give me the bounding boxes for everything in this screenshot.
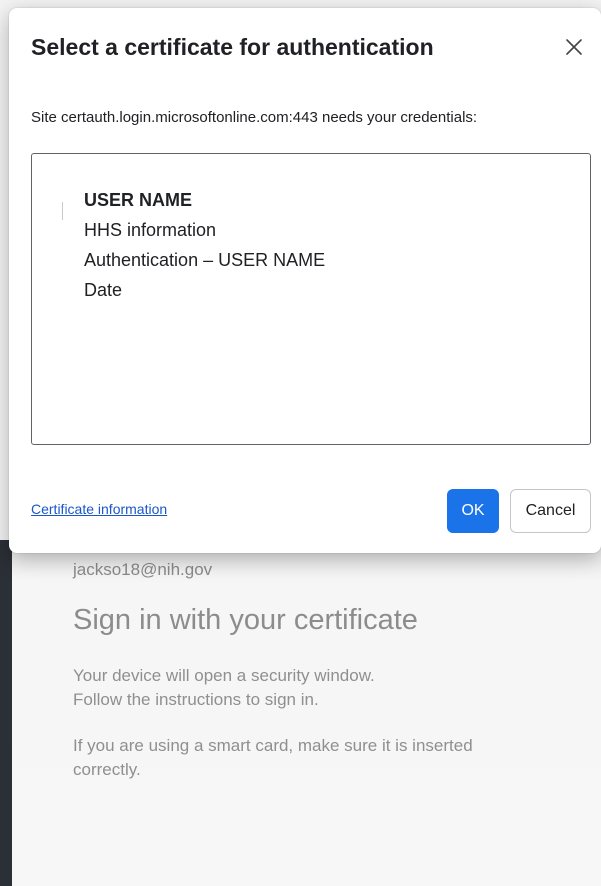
close-icon[interactable] — [561, 34, 587, 60]
certificate-information-link[interactable]: Certificate information — [31, 501, 167, 517]
certificate-name: USER NAME — [84, 190, 193, 210]
ok-button[interactable]: OK — [447, 489, 499, 533]
certificate-date: Date — [84, 280, 123, 300]
certificate-dialog: Select a certificate for authentication … — [9, 8, 601, 553]
site-credentials-message: Site certauth.login.microsoftonline.com:… — [31, 109, 478, 126]
dialog-title: Select a certificate for authentication — [31, 34, 434, 60]
signin-heading: Sign in with your certificate — [73, 604, 418, 636]
certificate-list[interactable]: USER NAME HHS information Authentication… — [31, 153, 591, 445]
instruction-line: If you are using a smart card, make sure… — [73, 736, 473, 755]
cancel-button[interactable]: Cancel — [510, 489, 591, 533]
smart-card-instructions: If you are using a smart card, make sure… — [73, 734, 563, 782]
security-window-instructions: Your device will open a security window.… — [73, 664, 553, 712]
account-email: jackso18@nih.gov — [73, 560, 213, 579]
page-left-edge — [0, 540, 12, 886]
instruction-line: Your device will open a security window. — [73, 666, 375, 685]
certificate-list-item[interactable]: USER NAME HHS information Authentication… — [32, 172, 590, 302]
instruction-line: correctly. — [73, 760, 141, 779]
selection-marker — [62, 202, 63, 220]
certificate-purpose: Authentication – USER NAME — [84, 250, 326, 270]
signin-card — [12, 540, 601, 886]
certificate-issuer: HHS information — [84, 220, 217, 240]
instruction-line: Follow the instructions to sign in. — [73, 690, 319, 709]
